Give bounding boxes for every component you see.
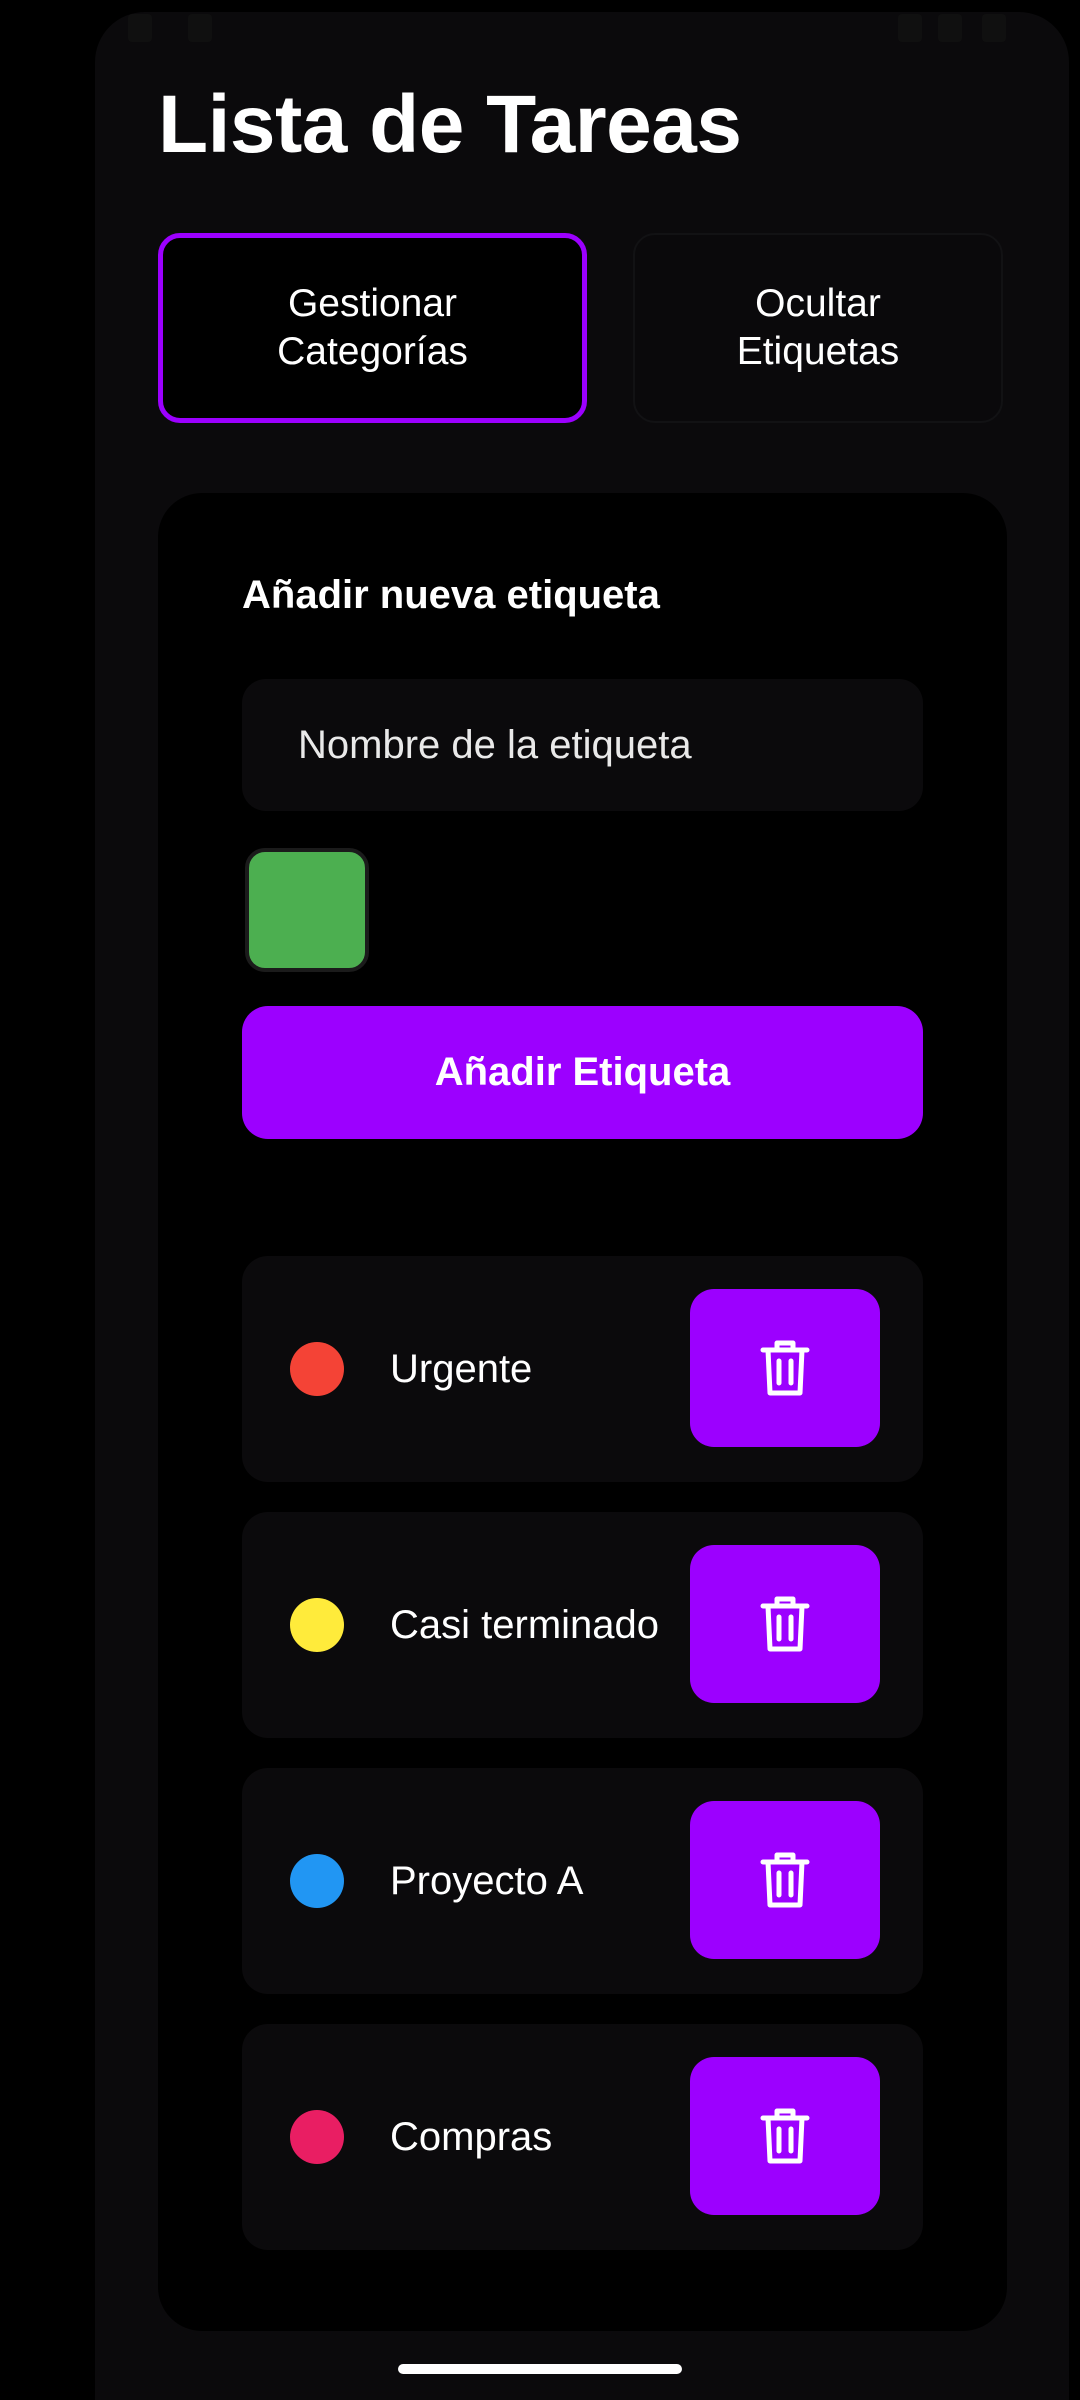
tag-label: Casi terminado bbox=[390, 1603, 660, 1647]
add-tag-button-label: Añadir Etiqueta bbox=[434, 1050, 731, 1094]
manage-categories-button[interactable]: Gestionar Categorías bbox=[158, 233, 587, 423]
status-bar bbox=[0, 0, 1080, 52]
page-title: Lista de Tareas bbox=[158, 79, 742, 170]
tag-row: Compras bbox=[242, 2024, 923, 2250]
screen: Lista de Tareas Gestionar Categorías Ocu… bbox=[0, 0, 1080, 2400]
tag-label: Compras bbox=[390, 2115, 553, 2159]
tag-color-dot bbox=[290, 1854, 344, 1908]
delete-tag-button[interactable] bbox=[690, 1289, 880, 1447]
tag-color-dot bbox=[290, 1598, 344, 1652]
trash-icon bbox=[760, 1596, 810, 1652]
hide-tags-button[interactable]: Ocultar Etiquetas bbox=[633, 233, 1003, 423]
status-signal-icon bbox=[938, 14, 962, 42]
tag-name-input[interactable] bbox=[242, 679, 923, 811]
tag-row: Proyecto A bbox=[242, 1768, 923, 1994]
trash-icon bbox=[760, 1340, 810, 1396]
status-battery-icon bbox=[982, 14, 1006, 42]
status-wifi-icon bbox=[898, 14, 922, 42]
new-tag-heading: Añadir nueva etiqueta bbox=[242, 573, 660, 617]
tag-color-dot bbox=[290, 2110, 344, 2164]
delete-tag-button[interactable] bbox=[690, 1801, 880, 1959]
trash-icon bbox=[760, 2108, 810, 2164]
trash-icon bbox=[760, 1852, 810, 1908]
tag-color-dot bbox=[290, 1342, 344, 1396]
tag-label: Urgente bbox=[390, 1347, 533, 1391]
status-notification-icon bbox=[128, 14, 152, 42]
status-sim-icon bbox=[188, 14, 212, 42]
delete-tag-button[interactable] bbox=[690, 2057, 880, 2215]
tag-row: Urgente bbox=[242, 1256, 923, 1482]
hide-tags-label: Ocultar Etiquetas bbox=[736, 282, 900, 373]
add-tag-button[interactable]: Añadir Etiqueta bbox=[242, 1006, 923, 1139]
manage-categories-label: Gestionar Categorías bbox=[277, 282, 468, 373]
tag-label: Proyecto A bbox=[390, 1859, 584, 1903]
home-indicator[interactable] bbox=[398, 2364, 682, 2374]
tag-color-picker[interactable] bbox=[245, 848, 369, 972]
delete-tag-button[interactable] bbox=[690, 1545, 880, 1703]
tag-row: Casi terminado bbox=[242, 1512, 923, 1738]
